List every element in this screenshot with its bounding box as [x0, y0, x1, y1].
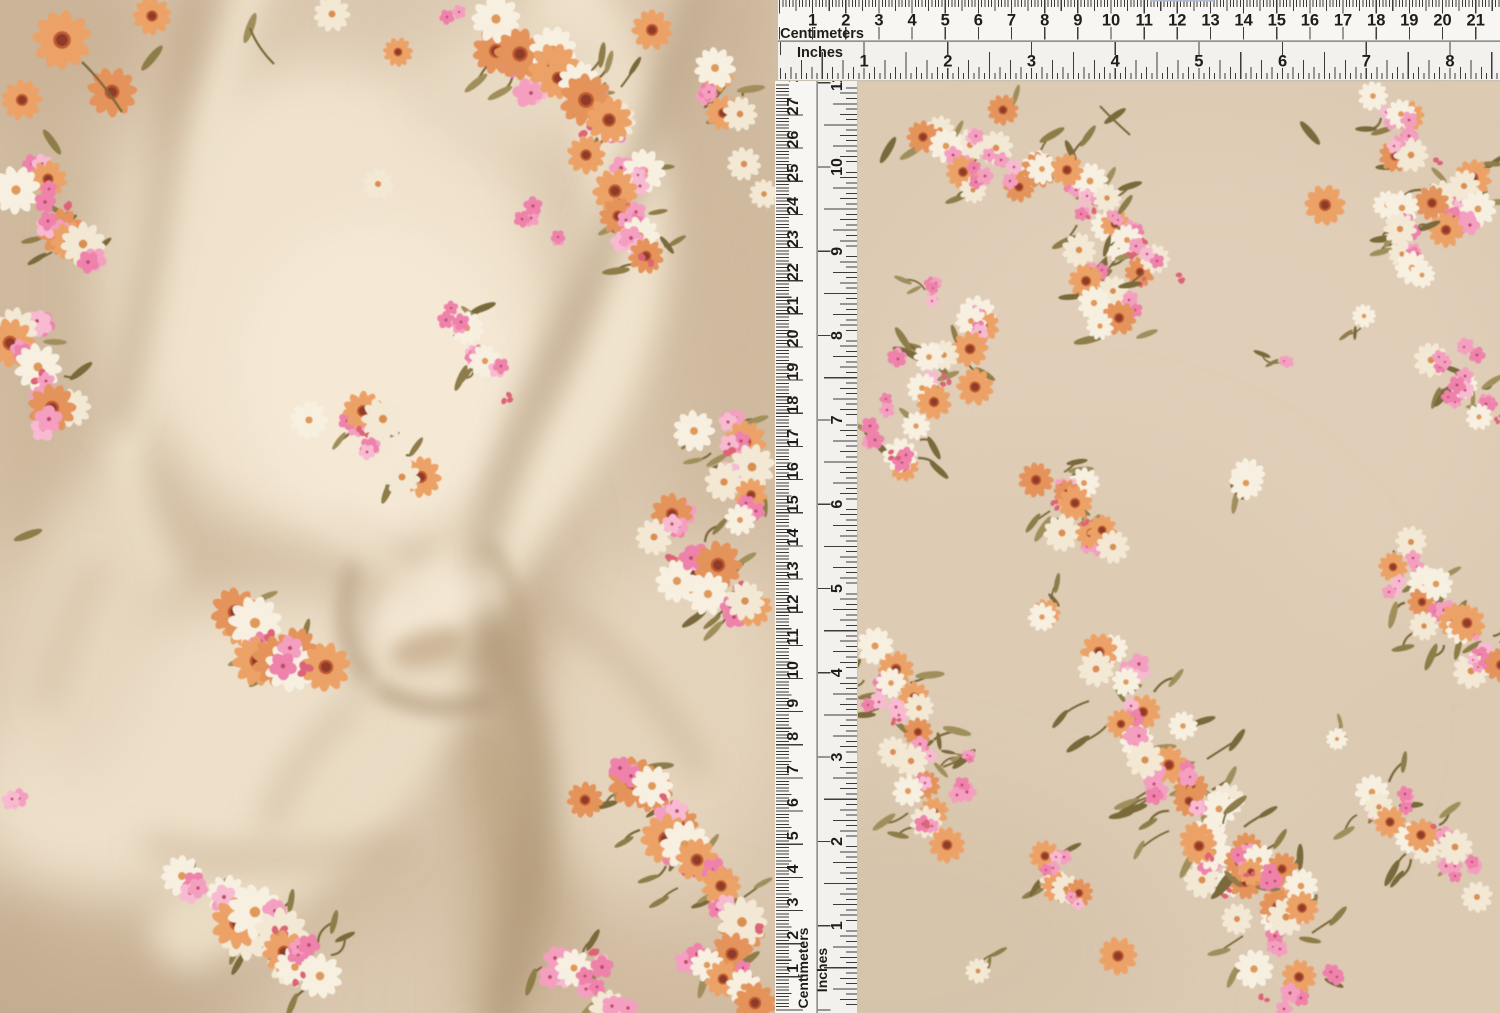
- svg-text:6: 6: [785, 798, 802, 807]
- svg-text:5: 5: [785, 831, 802, 840]
- svg-text:7: 7: [1007, 12, 1016, 30]
- svg-text:21: 21: [1467, 12, 1485, 30]
- svg-text:13: 13: [785, 562, 802, 580]
- svg-text:9: 9: [829, 247, 846, 256]
- svg-text:22: 22: [785, 263, 802, 281]
- svg-text:8: 8: [829, 331, 846, 340]
- svg-text:14: 14: [1234, 12, 1253, 30]
- svg-text:Centimeters: Centimeters: [780, 26, 864, 42]
- svg-text:18: 18: [785, 396, 802, 414]
- svg-text:5: 5: [1194, 53, 1203, 71]
- svg-text:10: 10: [829, 158, 846, 176]
- svg-text:11: 11: [785, 628, 802, 645]
- svg-text:24: 24: [785, 197, 802, 215]
- svg-text:1: 1: [829, 921, 846, 930]
- svg-text:7: 7: [1362, 53, 1371, 71]
- svg-text:20: 20: [785, 330, 802, 348]
- svg-text:6: 6: [1278, 53, 1287, 71]
- svg-text:9: 9: [785, 699, 802, 708]
- svg-text:20: 20: [1433, 12, 1451, 30]
- svg-text:Inches: Inches: [814, 948, 830, 993]
- svg-text:3: 3: [829, 753, 846, 762]
- svg-text:2: 2: [829, 837, 846, 846]
- svg-text:6: 6: [974, 12, 983, 30]
- svg-text:21: 21: [785, 296, 802, 314]
- svg-text:9: 9: [1073, 12, 1082, 30]
- svg-text:3: 3: [1027, 53, 1036, 71]
- svg-text:17: 17: [785, 429, 802, 447]
- svg-text:4: 4: [829, 668, 846, 677]
- svg-text:19: 19: [1400, 12, 1418, 30]
- svg-text:13: 13: [1201, 12, 1219, 30]
- svg-text:3: 3: [785, 897, 802, 906]
- svg-text:4: 4: [785, 864, 802, 873]
- svg-text:2: 2: [943, 53, 952, 71]
- svg-text:3: 3: [874, 12, 883, 30]
- svg-text:26: 26: [785, 131, 802, 149]
- svg-text:14: 14: [785, 528, 802, 546]
- svg-text:11: 11: [1135, 12, 1152, 30]
- svg-text:15: 15: [1268, 12, 1286, 30]
- svg-text:1: 1: [860, 53, 869, 71]
- svg-text:Centimeters: Centimeters: [795, 927, 811, 1008]
- svg-text:27: 27: [785, 98, 802, 116]
- svg-text:8: 8: [1040, 12, 1049, 30]
- svg-text:25: 25: [785, 164, 802, 182]
- svg-text:8: 8: [785, 732, 802, 741]
- svg-text:10: 10: [1102, 12, 1120, 30]
- svg-text:7: 7: [829, 415, 846, 424]
- svg-text:17: 17: [1334, 12, 1352, 30]
- svg-text:6: 6: [829, 500, 846, 509]
- svg-text:4: 4: [908, 12, 918, 30]
- svg-text:Inches: Inches: [797, 45, 843, 61]
- svg-text:19: 19: [785, 363, 802, 381]
- svg-text:16: 16: [1301, 12, 1319, 30]
- svg-text:5: 5: [829, 584, 846, 593]
- svg-text:8: 8: [1445, 53, 1454, 71]
- svg-text:15: 15: [785, 495, 802, 513]
- svg-text:18: 18: [1367, 12, 1385, 30]
- svg-text:10: 10: [785, 661, 802, 679]
- svg-text:23: 23: [785, 230, 802, 248]
- svg-text:5: 5: [941, 12, 950, 30]
- svg-text:12: 12: [785, 595, 802, 613]
- svg-text:12: 12: [1168, 12, 1186, 30]
- svg-text:7: 7: [785, 765, 802, 774]
- svg-text:16: 16: [785, 462, 802, 480]
- svg-text:4: 4: [1111, 53, 1121, 71]
